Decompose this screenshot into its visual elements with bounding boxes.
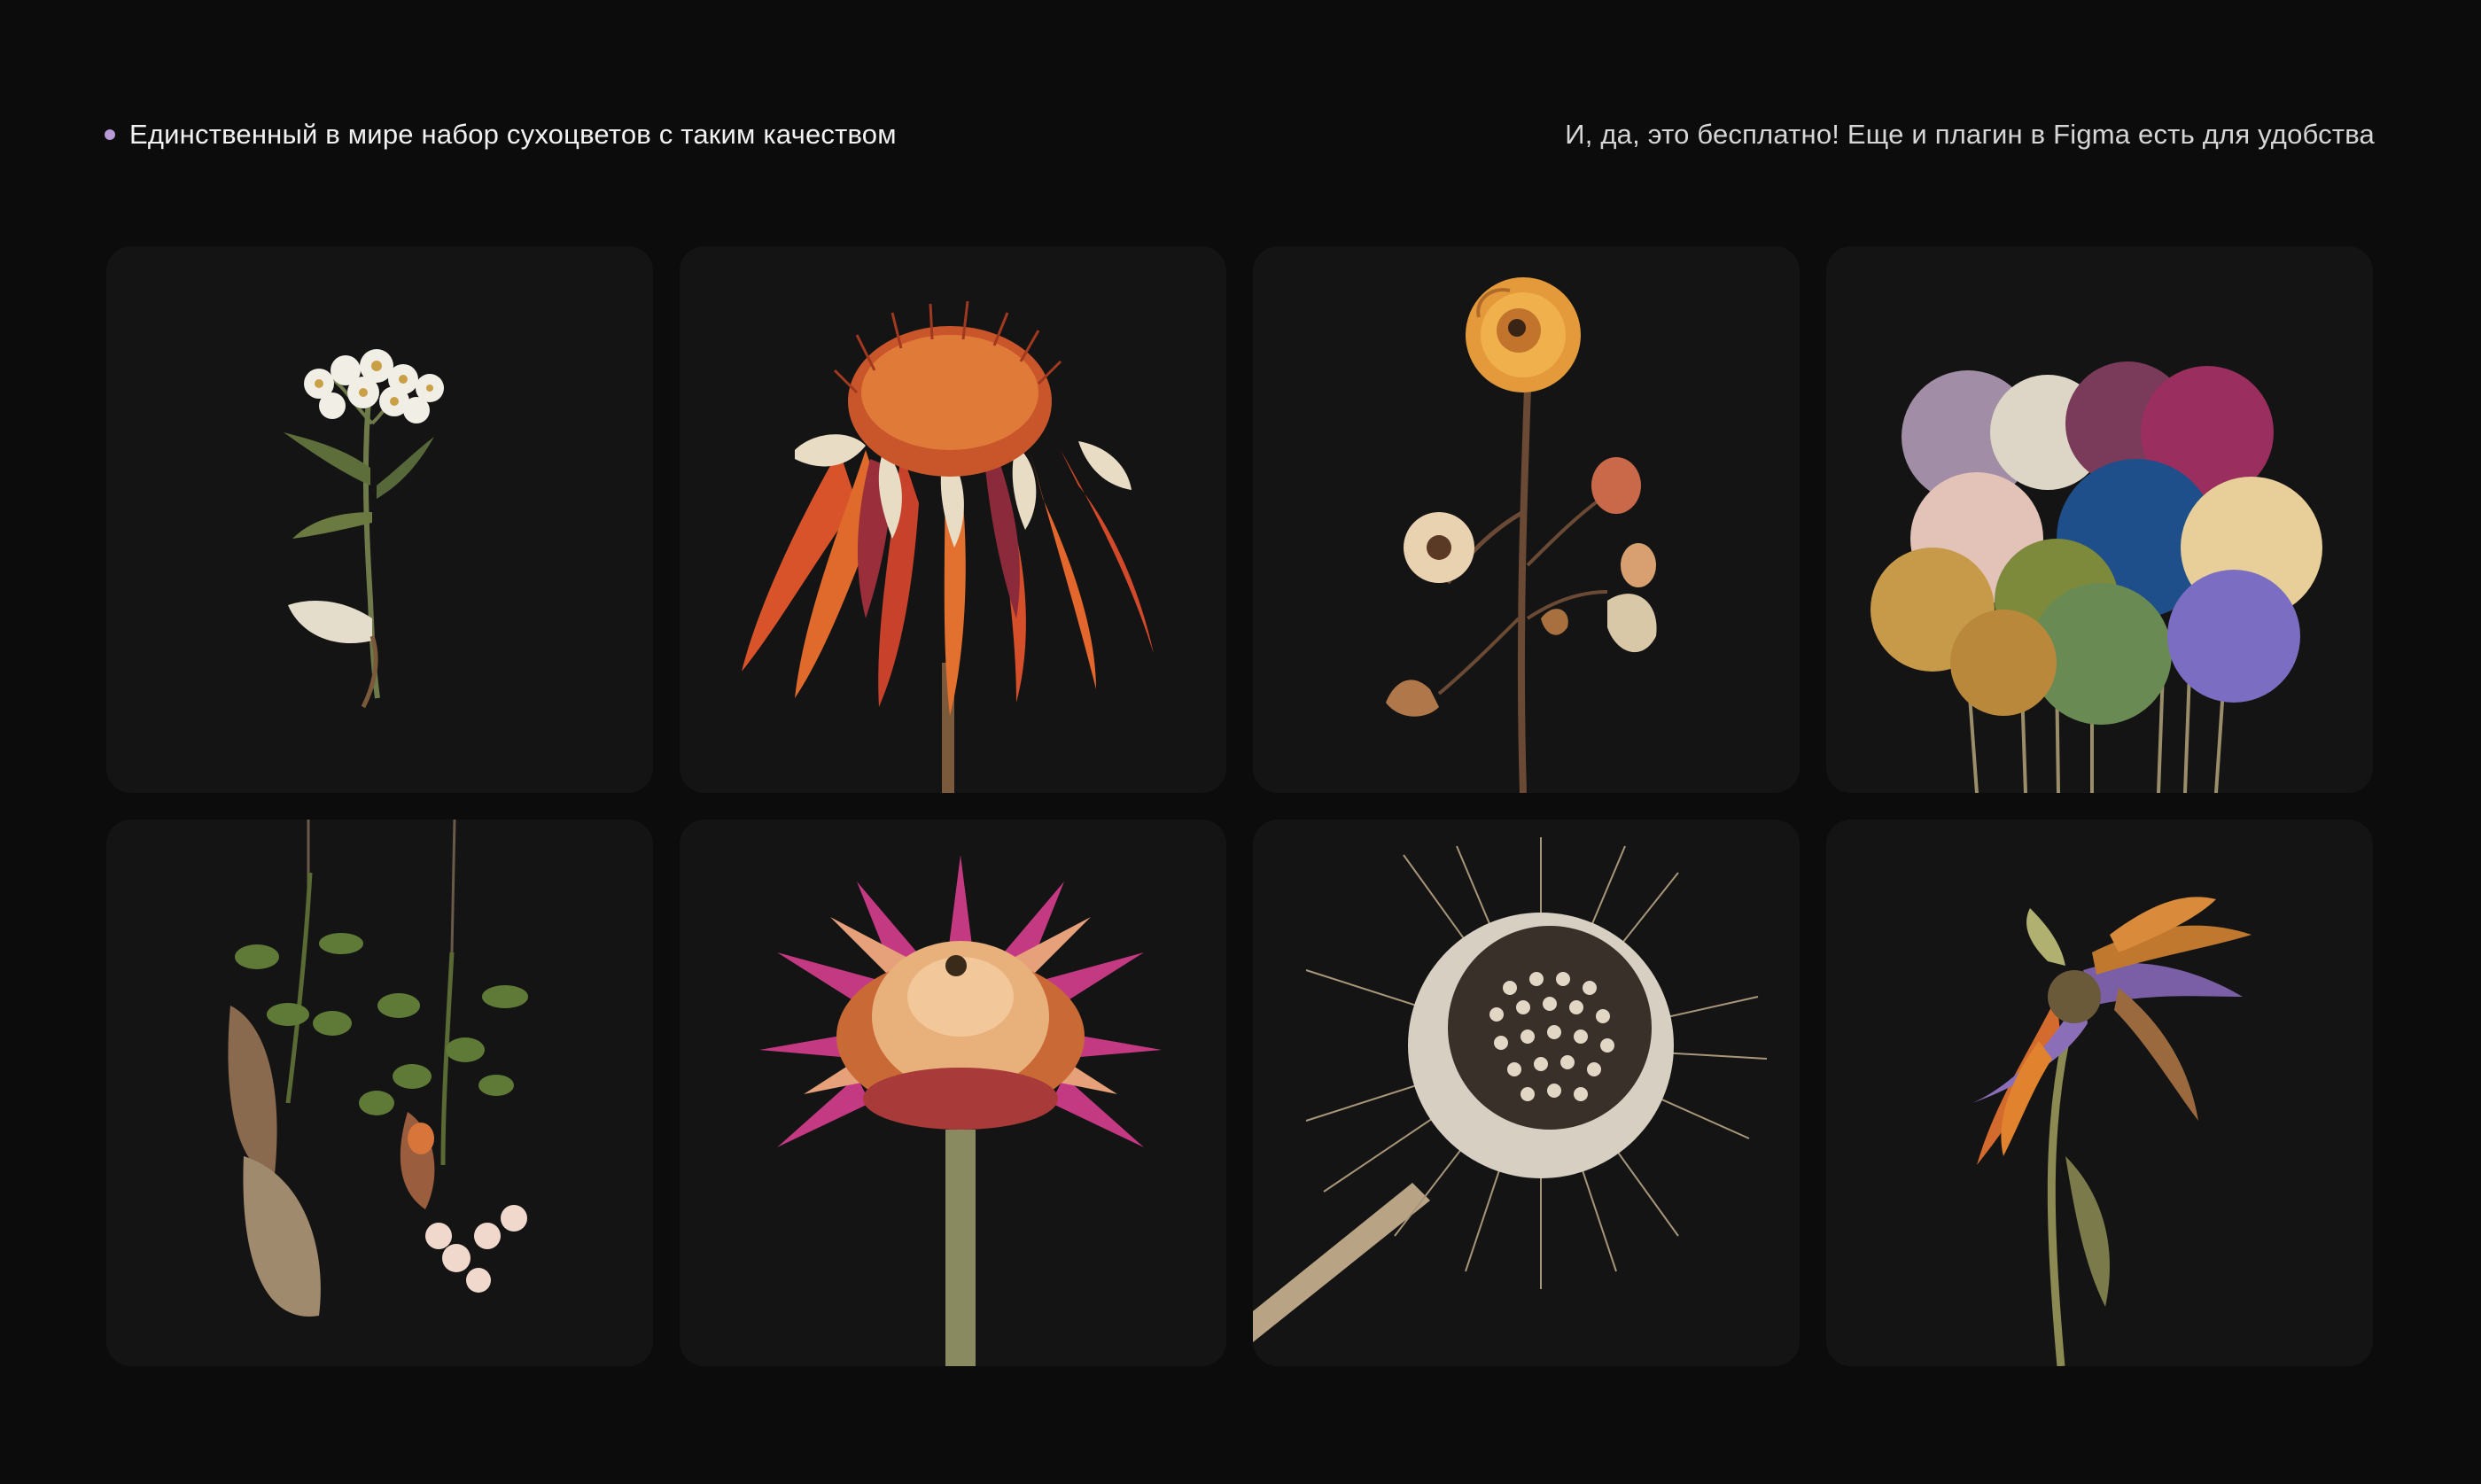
free-note: И, да, это бесплатно! Еще и плагин в Fig… — [1565, 119, 2375, 150]
header-left: Единственный в мире набор сухоцветов с т… — [105, 119, 897, 151]
dried-rose-branch-icon — [1386, 277, 1657, 793]
wilted-iris-icon — [1972, 897, 2252, 1366]
flower-card-8[interactable] — [1826, 820, 2373, 1366]
flower-card-2[interactable] — [680, 246, 1226, 793]
strawflower-icon — [759, 855, 1162, 1366]
flower-card-6[interactable] — [680, 820, 1226, 1366]
tagline: Единственный в мире набор сухоцветов с т… — [129, 119, 897, 150]
flower-card-7[interactable] — [1253, 820, 1800, 1366]
dried-thistle-seedhead-icon — [1253, 837, 1768, 1342]
flower-card-5[interactable] — [106, 820, 653, 1366]
flower-grid — [106, 246, 2373, 1366]
dried-white-wildflower-icon — [284, 349, 444, 709]
flower-card-1[interactable] — [106, 246, 653, 793]
hanging-dried-flowers-icon — [228, 820, 528, 1317]
flower-card-4[interactable] — [1826, 246, 2373, 793]
flower-card-3[interactable] — [1253, 246, 1800, 793]
header: Единственный в мире набор сухоцветов с т… — [105, 115, 2375, 154]
bullet-dot-icon — [105, 129, 115, 140]
dried-echinacea-icon — [742, 300, 1154, 793]
page: Единственный в мире набор сухоцветов с т… — [0, 0, 2481, 1484]
colorful-dried-bouquet-icon — [1870, 361, 2322, 793]
